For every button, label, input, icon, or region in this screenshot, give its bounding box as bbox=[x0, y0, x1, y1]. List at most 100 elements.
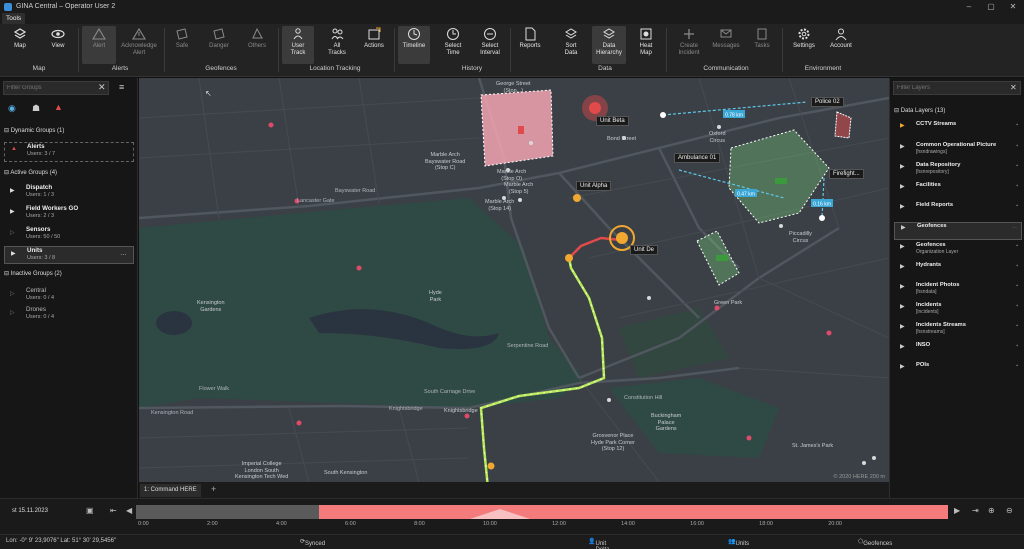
expand-icon[interactable]: ▶ bbox=[901, 224, 906, 231]
account-button[interactable]: Account bbox=[826, 26, 856, 64]
map-button[interactable]: Map bbox=[8, 26, 32, 64]
unit-alpha-tag[interactable]: Unit Alpha bbox=[576, 181, 612, 191]
clear-filter-icon[interactable]: ✕ bbox=[1010, 83, 1017, 92]
alert-button[interactable]: Alert bbox=[82, 26, 116, 64]
layer-item[interactable]: ▶ Geofences… bbox=[894, 222, 1022, 240]
target-icon[interactable]: ◉ bbox=[8, 103, 16, 114]
data-hierarchy-button[interactable]: Data Hierarchy bbox=[592, 26, 626, 64]
measure-point[interactable] bbox=[660, 112, 666, 118]
layer-item[interactable]: ▶ Incidents [incidents] ▪ bbox=[894, 302, 1022, 320]
expand-icon[interactable]: ▶ bbox=[900, 303, 905, 310]
zoom-in-icon[interactable]: ⊕ bbox=[988, 506, 995, 515]
filter-groups-input[interactable] bbox=[3, 81, 109, 95]
timeline-date[interactable]: st 15.11.2023 bbox=[12, 508, 48, 514]
geofences-status[interactable]: ⬠ Geofences bbox=[858, 538, 892, 547]
group-users-icon[interactable]: ☗ bbox=[32, 103, 40, 114]
map-view[interactable]: 0.78 km 0.47 km 0.16 km George Street (S… bbox=[139, 78, 889, 482]
unit-beta-marker[interactable] bbox=[589, 102, 601, 114]
timeline-button[interactable]: Timeline bbox=[398, 26, 430, 64]
reports-button[interactable]: Reports bbox=[514, 26, 546, 64]
expand-icon[interactable]: ▶ bbox=[900, 203, 905, 210]
user-track-button[interactable]: User Track bbox=[282, 26, 314, 64]
layer-item[interactable]: ▶ Incidents Streams [hsnstreams] ▪ bbox=[894, 322, 1022, 340]
alert-marker[interactable] bbox=[487, 462, 495, 470]
more-options-icon[interactable]: … bbox=[120, 250, 127, 257]
unit-delta-tag[interactable]: Unit De bbox=[630, 245, 659, 255]
group-item-central[interactable]: ▷ Central Users: 0 / 4 bbox=[4, 287, 134, 305]
layer-item[interactable]: ▶ POIs ▪ bbox=[894, 362, 1022, 380]
group-item-units[interactable]: ▶ Units Users: 3 / 8 … bbox=[4, 246, 134, 264]
danger-geofence-small[interactable] bbox=[834, 111, 852, 139]
timeline-selection[interactable] bbox=[318, 505, 948, 519]
tasks-button[interactable]: Tasks bbox=[748, 26, 776, 64]
ambulance-unit-tag[interactable]: Ambulance 01 bbox=[674, 153, 721, 163]
more-options-icon[interactable]: … bbox=[1012, 224, 1017, 230]
timeline-expand-icon[interactable]: ⇤ bbox=[110, 506, 117, 515]
measure-point[interactable] bbox=[819, 215, 825, 221]
timeline-end-icon[interactable]: ⇥ bbox=[972, 506, 979, 515]
inactive-groups-header[interactable]: ⊟ Inactive Groups (2) bbox=[4, 270, 62, 277]
add-tab-icon[interactable]: + bbox=[211, 484, 216, 494]
expand-icon[interactable]: ▶ bbox=[900, 122, 905, 129]
alert-filter-icon[interactable]: ▲ bbox=[54, 102, 63, 112]
expand-icon[interactable]: ▶ bbox=[900, 323, 905, 330]
expand-icon[interactable]: ▶ bbox=[900, 343, 905, 350]
messages-button[interactable]: Messages bbox=[708, 26, 744, 64]
heat-map-button[interactable]: Heat Map bbox=[632, 26, 660, 64]
police-unit-tag[interactable]: Police 02 bbox=[811, 97, 844, 107]
units-status[interactable]: 👥 Units bbox=[728, 538, 749, 547]
filter-layers-input[interactable] bbox=[893, 81, 1021, 95]
safe-geofence-1[interactable] bbox=[728, 129, 830, 224]
danger-geofence[interactable] bbox=[480, 89, 554, 167]
unit-alpha-marker[interactable] bbox=[573, 194, 581, 202]
layer-item[interactable]: ▶ Hydrants ▪ bbox=[894, 262, 1022, 280]
group-item-field-workers[interactable]: ▶ Field Workers GO Users: 2 / 3 bbox=[4, 205, 134, 223]
safe-geofence-button[interactable]: Safe bbox=[168, 26, 196, 64]
group-item-sensors[interactable]: ▷ Sensors Users: 50 / 50 bbox=[4, 226, 134, 244]
select-interval-button[interactable]: Select Interval bbox=[474, 26, 506, 64]
expand-icon[interactable]: ▶ bbox=[900, 243, 905, 250]
unit-beta-tag[interactable]: Unit Beta bbox=[596, 116, 629, 126]
active-unit-status[interactable]: 👤 Unit Delta bbox=[588, 538, 610, 549]
layer-item[interactable]: ▶ CCTV Streams ▪ bbox=[894, 121, 1022, 139]
acknowledge-alert-button[interactable]: Acknowledge Alert bbox=[116, 26, 162, 64]
danger-geofence-button[interactable]: Danger bbox=[204, 26, 234, 64]
group-item-alerts[interactable]: ▲ Alerts Users: 3 / 7 bbox=[4, 142, 134, 162]
sort-data-button[interactable]: Sort Data bbox=[556, 26, 586, 64]
clear-filter-icon[interactable]: ✕ bbox=[98, 82, 106, 93]
waypoint-marker[interactable] bbox=[565, 254, 573, 262]
unit-delta-marker[interactable] bbox=[616, 232, 628, 244]
timeline-prev-icon[interactable]: ◀ bbox=[126, 506, 132, 515]
layer-item[interactable]: ▶ Geofences Organization Layer ▪ bbox=[894, 242, 1022, 260]
expand-icon[interactable]: ▶ bbox=[900, 183, 905, 190]
active-groups-header[interactable]: ⊟ Active Groups (4) bbox=[4, 169, 57, 176]
map-tab-command[interactable]: 1: Command HERE bbox=[140, 484, 201, 497]
maximize-icon[interactable]: ▢ bbox=[980, 0, 1002, 13]
timeline-next-icon[interactable]: ▶ bbox=[954, 506, 960, 515]
zoom-out-icon[interactable]: ⊖ bbox=[1006, 506, 1013, 515]
others-geofence-button[interactable]: Others bbox=[242, 26, 272, 64]
layer-item[interactable]: ▶ INSO ▪ bbox=[894, 342, 1022, 360]
minimize-icon[interactable]: – bbox=[958, 0, 980, 13]
tab-tools[interactable]: Tools bbox=[2, 13, 26, 24]
settings-button[interactable]: Settings bbox=[788, 26, 820, 64]
group-item-dispatch[interactable]: ▶ Dispatch Users: 1 / 3 bbox=[4, 184, 134, 202]
firefighter-unit-tag[interactable]: Firefight... bbox=[829, 169, 864, 179]
layer-item[interactable]: ▶ Facilities ▪ bbox=[894, 182, 1022, 200]
layer-item[interactable]: ▶ Common Operational Picture [hsndrawings]… bbox=[894, 142, 1022, 160]
dynamic-groups-header[interactable]: ⊟ Dynamic Groups (1) bbox=[4, 127, 64, 134]
view-button[interactable]: View bbox=[46, 26, 70, 64]
expand-icon[interactable]: ▶ bbox=[900, 143, 905, 150]
close-icon[interactable]: ✕ bbox=[1002, 0, 1024, 13]
filter-menu-icon[interactable]: ≡ bbox=[119, 82, 124, 92]
expand-icon[interactable]: ▶ bbox=[900, 283, 905, 290]
calendar-icon[interactable]: ▣ bbox=[86, 506, 94, 515]
layer-item[interactable]: ▶ Data Repository [hsnrepository] ▪ bbox=[894, 162, 1022, 180]
expand-icon[interactable]: ▶ bbox=[900, 163, 905, 170]
select-time-button[interactable]: Select Time bbox=[438, 26, 468, 64]
group-item-drones[interactable]: ▷ Drones Users: 0 / 4 bbox=[4, 306, 134, 324]
layer-item[interactable]: ▶ Incident Photos [hsndata] ▪ bbox=[894, 282, 1022, 300]
map-canvas[interactable]: 0.78 km 0.47 km 0.16 km bbox=[139, 78, 889, 482]
layer-item[interactable]: ▶ Field Reports ▪ bbox=[894, 202, 1022, 220]
expand-icon[interactable]: ▶ bbox=[900, 263, 905, 270]
